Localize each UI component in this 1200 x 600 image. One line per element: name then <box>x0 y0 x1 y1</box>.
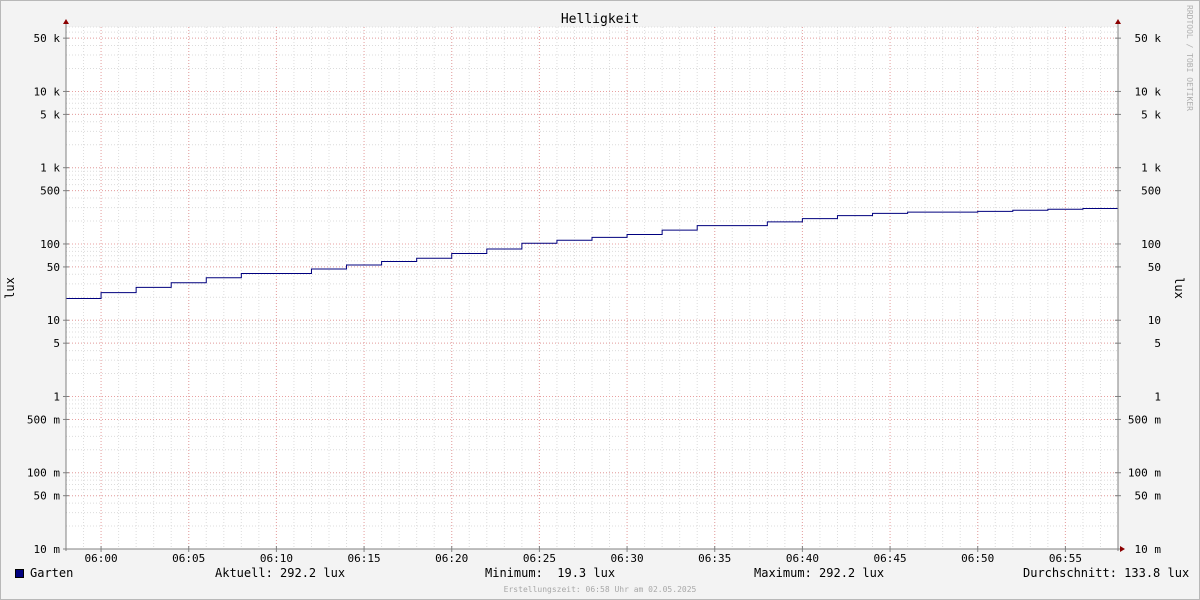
x-tick-label: 06:00 <box>85 552 118 565</box>
y-tick-label-right: 50 <box>1148 261 1161 274</box>
y-tick-label-right: 50 m <box>1135 490 1162 503</box>
y-tick-label-left: 1 k <box>40 162 60 175</box>
y-tick-label-left: 10 <box>47 314 60 327</box>
y-tick-label-left: 500 m <box>27 413 60 426</box>
watermark: RRDTOOL / TOBI OETIKER <box>1185 5 1194 111</box>
chart-title: Helligkeit <box>561 12 639 27</box>
legend-maximum: Maximum: 292.2 lux <box>754 566 885 580</box>
y-tick-label-left: 10 m <box>34 543 61 556</box>
y-tick-label-left: 5 <box>53 337 60 350</box>
x-tick-label: 06:45 <box>874 552 907 565</box>
x-tick-label: 06:50 <box>961 552 994 565</box>
y-tick-label-right: 10 k <box>1135 85 1162 98</box>
y-tick-label-right: 500 m <box>1128 413 1161 426</box>
y-tick-label-left: 100 <box>40 238 60 251</box>
x-tick-label: 06:20 <box>435 552 468 565</box>
y-axis-label-left: lux <box>3 277 17 299</box>
y-tick-label-right: 5 <box>1154 337 1161 350</box>
y-tick-label-left: 1 <box>53 390 60 403</box>
x-tick-label: 06:40 <box>786 552 819 565</box>
y-axis-arrow-left <box>63 19 69 24</box>
y-tick-label-left: 500 <box>40 185 60 198</box>
legend: Garten Aktuell: 292.2 lux Minimum: 19.3 … <box>0 566 1200 584</box>
x-tick-label: 06:10 <box>260 552 293 565</box>
y-tick-label-left: 10 k <box>34 85 61 98</box>
legend-average: Durchschnitt: 133.8 lux <box>1023 566 1190 580</box>
legend-series-name: Garten <box>30 566 74 580</box>
y-tick-label-left: 50 <box>47 261 60 274</box>
y-tick-label-right: 100 <box>1141 238 1161 251</box>
y-tick-label-right: 50 k <box>1135 32 1162 45</box>
x-tick-label: 06:05 <box>172 552 205 565</box>
x-tick-label: 06:30 <box>611 552 644 565</box>
legend-current: Aktuell: 292.2 lux <box>215 566 346 580</box>
y-axis-arrow-right <box>1115 19 1121 24</box>
x-tick-label: 06:15 <box>348 552 381 565</box>
y-axis-label-right: lux <box>1172 277 1186 299</box>
y-tick-label-left: 50 m <box>34 490 61 503</box>
y-tick-label-right: 10 m <box>1135 543 1162 556</box>
x-tick-label: 06:25 <box>523 552 556 565</box>
y-tick-label-left: 50 k <box>34 32 61 45</box>
y-tick-label-left: 100 m <box>27 467 60 480</box>
y-tick-label-right: 100 m <box>1128 467 1161 480</box>
creation-time: Erstellungszeit: 06:58 Uhr am 02.05.2025 <box>503 585 697 594</box>
chart-canvas: 50 k 50 k10 k 10 k5 k5 k1 k1 k500 500100 100… <box>3 12 1186 565</box>
y-tick-label-left: 5 k <box>40 108 60 121</box>
x-tick-label: 06:35 <box>698 552 731 565</box>
legend-minimum: Minimum: 19.3 lux <box>485 566 616 580</box>
y-tick-label-right: 1 <box>1154 390 1161 403</box>
x-axis-arrow <box>1120 546 1125 552</box>
y-tick-label-right: 500 <box>1141 185 1161 198</box>
y-tick-label-right: 10 <box>1148 314 1161 327</box>
y-tick-label-right: 1 k <box>1141 162 1161 175</box>
y-tick-label-right: 5 k <box>1141 108 1161 121</box>
legend-swatch <box>15 569 24 578</box>
x-tick-label: 06:55 <box>1049 552 1082 565</box>
